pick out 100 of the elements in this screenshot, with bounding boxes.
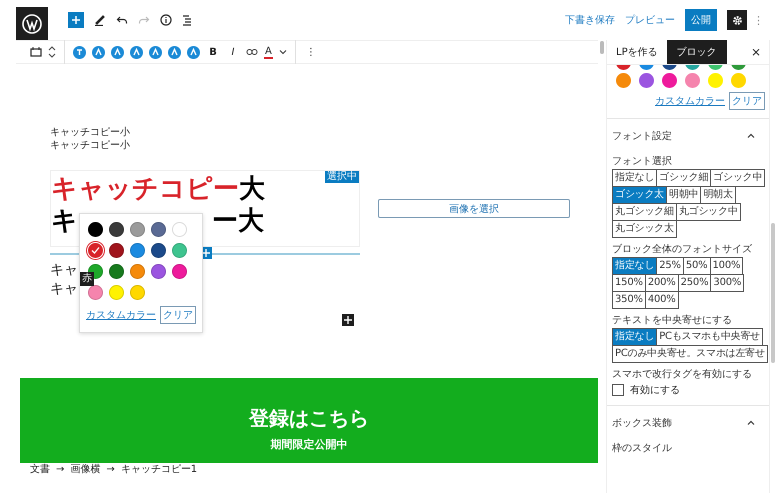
scrollbar-thumb[interactable] <box>600 41 604 54</box>
field-label: テキストを中央寄せにする <box>612 314 734 327</box>
close-button[interactable]: × <box>750 45 762 59</box>
color-swatch[interactable] <box>639 73 654 88</box>
color-swatch[interactable] <box>151 222 166 237</box>
field-label: 枠のスタイル <box>612 442 674 455</box>
block-style-icon[interactable] <box>187 46 200 58</box>
calendar-icon[interactable] <box>30 47 42 57</box>
color-swatch[interactable] <box>731 73 746 88</box>
checkbox[interactable] <box>612 384 624 396</box>
gear-icon <box>732 14 742 26</box>
color-swatch[interactable] <box>88 243 103 258</box>
paragraph-text: キャッチコピー小 <box>50 139 131 152</box>
block-style-icon[interactable] <box>73 46 86 58</box>
field-label: ブロック全体のフォントサイズ <box>612 242 754 256</box>
color-swatch[interactable] <box>708 73 724 88</box>
move-arrows-icon[interactable] <box>48 45 56 59</box>
color-swatch[interactable] <box>109 264 124 279</box>
text-color-button[interactable]: A <box>264 46 273 58</box>
link-icon[interactable] <box>246 48 258 56</box>
sidebar-tab[interactable]: LPを作る <box>613 40 661 64</box>
option-button[interactable]: 丸ゴシック中 <box>676 203 741 221</box>
option-button[interactable]: ゴシック中 <box>710 169 766 187</box>
field-label: スマホで改行タグを有効にする <box>612 368 754 381</box>
color-swatch[interactable] <box>88 285 103 300</box>
settings-button[interactable] <box>727 10 747 30</box>
color-swatch[interactable] <box>172 243 187 258</box>
option-button[interactable]: 指定なし <box>612 257 658 275</box>
header-link[interactable]: プレビュー <box>625 13 675 27</box>
color-swatch[interactable] <box>151 264 166 279</box>
color-swatch[interactable] <box>151 243 166 258</box>
section-title[interactable]: ボックス装飾 <box>612 416 672 430</box>
color-swatch[interactable] <box>685 73 700 88</box>
block-style-icon[interactable] <box>111 46 124 58</box>
checkbox-label[interactable]: 有効にする <box>630 383 680 397</box>
custom-color-link[interactable]: カスタムカラー <box>86 308 156 322</box>
format-button[interactable]: B <box>206 46 220 58</box>
option-button[interactable]: 350% <box>612 291 646 309</box>
color-swatch[interactable] <box>172 264 187 279</box>
option-button[interactable]: PCのみ中央寄せ。スマホは左寄せ <box>612 345 768 363</box>
color-swatch[interactable] <box>662 73 678 88</box>
breadcrumb-item[interactable]: 画像横 <box>70 464 100 493</box>
color-swatch[interactable] <box>172 222 187 237</box>
chevron-icon[interactable] <box>747 133 756 139</box>
color-swatch[interactable] <box>109 243 124 258</box>
custom-color-link[interactable]: カスタムカラー <box>655 94 726 108</box>
color-swatch[interactable] <box>616 73 632 88</box>
option-button[interactable]: 指定なし <box>612 328 658 346</box>
block-style-icon[interactable] <box>168 46 181 58</box>
block-style-icon[interactable] <box>92 46 105 58</box>
color-swatch[interactable] <box>109 222 124 237</box>
color-swatch[interactable] <box>130 285 145 300</box>
option-button[interactable]: PCもスマホも中央寄せ <box>656 328 764 346</box>
field-label: フォント選択 <box>612 155 674 168</box>
heading-text: ー大 <box>212 205 264 237</box>
paragraph-text: キャッチコピー小 <box>50 126 131 139</box>
heading-text: キ <box>51 205 78 237</box>
color-swatch[interactable] <box>130 222 145 237</box>
format-button[interactable]: I <box>226 46 240 58</box>
list-view-icon[interactable] <box>182 14 194 26</box>
breadcrumb-item[interactable]: キャッチコピー1 <box>120 464 198 493</box>
publish-button[interactable]: 公開 <box>685 9 717 31</box>
clear-button[interactable]: クリア <box>160 306 196 324</box>
breadcrumb-item[interactable]: 文書 <box>30 464 50 493</box>
header-link[interactable]: 下書き保存 <box>565 13 615 27</box>
undo-icon[interactable] <box>116 14 128 26</box>
color-swatch[interactable] <box>88 222 103 237</box>
add-block-button[interactable] <box>342 314 354 326</box>
heading-text: キャッチコピー <box>51 173 239 205</box>
color-swatch[interactable] <box>130 243 145 258</box>
color-swatch[interactable] <box>109 285 124 300</box>
banner-subtitle: 期間限定公開中 <box>270 438 348 452</box>
option-button[interactable]: 100% <box>710 257 744 275</box>
chevron-down-icon[interactable] <box>278 49 287 55</box>
breadcrumb-item[interactable]: → <box>106 464 115 493</box>
scrollbar-thumb[interactable] <box>771 223 776 363</box>
chevron-icon[interactable] <box>747 420 756 426</box>
heading-text: 大 <box>239 173 265 205</box>
option-button[interactable]: 丸ゴシック太 <box>612 220 677 238</box>
option-button[interactable]: 指定なし <box>612 169 658 187</box>
block-style-icon[interactable] <box>130 46 143 58</box>
option-button[interactable]: 400% <box>644 291 679 309</box>
section-title[interactable]: フォント設定 <box>612 129 672 143</box>
options-button[interactable]: ⋮ <box>753 14 764 26</box>
select-image-button[interactable]: 画像を選択 <box>378 199 570 218</box>
selected-badge: 選択中 <box>325 171 359 183</box>
clear-button[interactable]: クリア <box>729 92 766 110</box>
wordpress-logo-icon[interactable] <box>16 7 48 40</box>
plus-icon <box>71 15 81 25</box>
info-icon[interactable] <box>160 14 172 26</box>
sidebar-tab[interactable]: ブロック <box>666 40 727 64</box>
option-button[interactable]: 300% <box>710 274 744 292</box>
breadcrumb-item[interactable]: → <box>56 464 64 493</box>
more-options-button[interactable]: ⋮ <box>304 46 318 58</box>
paragraph-text: キャ <box>50 280 78 299</box>
block-style-icon[interactable] <box>149 46 162 58</box>
color-swatch[interactable] <box>130 264 145 279</box>
check-icon <box>91 246 100 255</box>
pencil-icon[interactable] <box>94 14 106 26</box>
option-button[interactable]: ゴシック太 <box>612 186 668 204</box>
